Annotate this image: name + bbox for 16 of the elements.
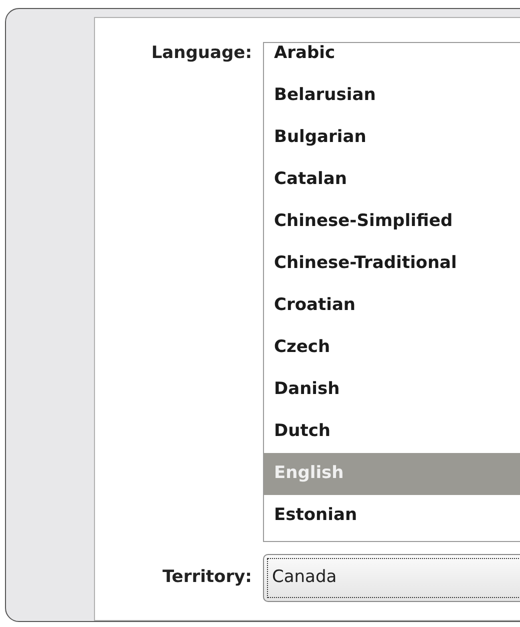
language-item[interactable]: Catalan [264, 159, 520, 201]
language-item[interactable]: Czech [264, 327, 520, 369]
language-label: Language: [151, 42, 252, 65]
language-item[interactable]: Chinese-Traditional [264, 243, 520, 285]
language-item[interactable]: Arabic [264, 43, 520, 75]
language-item[interactable]: Chinese-Simplified [264, 201, 520, 243]
language-item[interactable]: Danish [264, 369, 520, 411]
language-item[interactable]: Bulgarian [264, 117, 520, 159]
language-list[interactable]: Arabic Belarusian Bulgarian Catalan Chinese-Simplified Chinese-Traditional Croatian Czech Danish Dutch English Estonian [263, 42, 520, 542]
language-item[interactable]: Belarusian [264, 75, 520, 117]
territory-dropdown[interactable]: Canada [263, 554, 520, 602]
territory-value: Canada [272, 566, 337, 590]
language-item[interactable]: Estonian [264, 495, 520, 537]
language-item[interactable]: Croatian [264, 285, 520, 327]
language-item[interactable]: Dutch [264, 411, 520, 453]
territory-label: Territory: [162, 566, 252, 590]
